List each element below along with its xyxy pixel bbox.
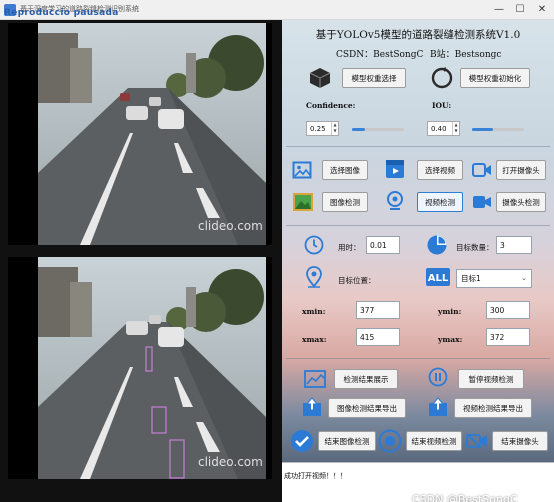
clock-icon <box>304 235 324 255</box>
pause-icon <box>428 367 448 387</box>
iou-spinbox[interactable]: 0.40 ▲ ▼ <box>427 121 460 136</box>
playback-overlay-text: Reproduccio pausada <box>4 8 119 18</box>
status-message: 成功打开视频！！！ <box>284 472 347 480</box>
camera-off-icon <box>466 433 487 449</box>
road-scene-image <box>8 23 272 245</box>
divider <box>286 358 550 359</box>
init-weights-button[interactable]: 模型权重初始化 <box>460 68 530 88</box>
ymin-label: ymin: <box>438 307 462 316</box>
divider <box>286 146 550 147</box>
confidence-slider-fill <box>352 128 365 131</box>
open-camera-button[interactable]: 打开摄像头 <box>496 160 546 180</box>
confidence-label: Confidence: <box>306 101 356 110</box>
spin-arrows-icon[interactable]: ▲ ▼ <box>452 122 459 135</box>
stop-circle-icon <box>378 429 402 453</box>
confidence-spinbox[interactable]: 0.25 ▲ ▼ <box>306 121 339 136</box>
svg-text:ALL: ALL <box>428 273 449 284</box>
xmax-field: 415 <box>356 328 400 346</box>
confidence-value: 0.25 <box>310 124 326 133</box>
csdn-credit: CSDN @BestSongC <box>412 493 518 502</box>
check-circle-icon <box>291 430 313 452</box>
time-field: 0.01 <box>366 236 400 254</box>
csdn-label: CSDN：BestSongC <box>336 50 424 60</box>
ymin-field: 300 <box>486 301 530 319</box>
ymax-field: 372 <box>486 328 530 346</box>
ymin-value: 300 <box>490 305 505 315</box>
bstation-label: B站：Bestsongc <box>430 50 502 60</box>
app-title: 基于YOLOv5模型的道路裂缝检测系统V1.0 <box>315 29 521 41</box>
show-results-button[interactable]: 检测结果展示 <box>334 369 398 389</box>
ymax-value: 372 <box>490 332 505 342</box>
cube-icon <box>309 68 331 88</box>
image-icon <box>292 161 312 179</box>
iou-value: 0.40 <box>431 124 447 133</box>
webcam-icon <box>387 191 403 210</box>
chevron-down-icon: ⌄ <box>521 274 527 282</box>
divider <box>286 225 550 226</box>
camera-detect-button[interactable]: 摄像头检测 <box>496 192 546 212</box>
pause-video-button[interactable]: 暂停视频检测 <box>458 369 524 389</box>
road-detection-image <box>8 257 272 479</box>
position-label: 目标位置： <box>338 276 376 285</box>
iou-slider[interactable] <box>472 128 524 131</box>
detection-video-frame: clideo.com <box>8 257 272 479</box>
confidence-slider[interactable] <box>352 128 404 131</box>
select-video-button[interactable]: 选择视频 <box>417 160 463 180</box>
image-detect-icon <box>293 193 313 211</box>
target-select-value: 目标1 <box>461 274 481 283</box>
pie-chart-icon <box>427 235 447 255</box>
all-targets-icon: ALL <box>426 268 450 286</box>
spin-arrows-icon[interactable]: ▲ ▼ <box>331 122 338 135</box>
maximize-button[interactable]: ☐ <box>509 2 531 17</box>
xmax-value: 415 <box>360 332 375 342</box>
xmin-field: 377 <box>356 301 400 319</box>
video-file-icon <box>386 160 404 178</box>
video-watermark-bottom: clideo.com <box>198 455 263 469</box>
export-image-icon <box>303 397 321 416</box>
iou-slider-fill <box>472 128 493 131</box>
xmin-value: 377 <box>360 305 375 315</box>
video-area: clideo.com clideo.com <box>0 20 282 502</box>
image-detect-button[interactable]: 图像检测 <box>322 192 368 212</box>
control-panel: 基于YOLOv5模型的道路裂缝检测系统V1.0 CSDN：BestSongC B… <box>282 20 554 502</box>
reset-weights-icon <box>431 67 453 89</box>
status-bar: 成功打开视频！！！ CSDN @BestSongC <box>282 462 554 502</box>
end-video-button[interactable]: 结束视频检测 <box>406 431 462 451</box>
count-value: 3 <box>500 240 505 250</box>
window-titlebar: 基于深度学习的道路裂缝检测识别系统 Reproduccio pausada — … <box>0 0 554 20</box>
select-weights-button[interactable]: 模型权重选择 <box>342 68 406 88</box>
location-pin-icon <box>306 266 322 288</box>
ymax-label: ymax: <box>438 335 463 344</box>
end-image-button[interactable]: 结束图像检测 <box>318 431 376 451</box>
export-video-icon <box>429 397 447 416</box>
result-display-icon <box>304 370 326 388</box>
count-label: 目标数量： <box>456 243 494 252</box>
export-video-button[interactable]: 视频检测结果导出 <box>454 398 532 418</box>
time-label: 用时： <box>338 243 361 252</box>
xmin-label: xmin: <box>302 307 326 316</box>
video-watermark-top: clideo.com <box>198 219 263 233</box>
source-video-frame: clideo.com <box>8 23 272 245</box>
camera-detect-icon <box>473 196 491 208</box>
iou-label: IOU: <box>432 101 452 110</box>
time-value: 0.01 <box>370 240 387 250</box>
target-select[interactable]: 目标1 ⌄ <box>456 269 532 288</box>
minimize-button[interactable]: — <box>488 2 510 17</box>
count-field: 3 <box>496 236 532 254</box>
end-camera-button[interactable]: 结束摄像头 <box>492 431 548 451</box>
close-button[interactable]: ✕ <box>531 2 553 17</box>
camera-icon <box>472 163 491 177</box>
xmax-label: xmax: <box>302 335 327 344</box>
export-image-button[interactable]: 图像检测结果导出 <box>328 398 406 418</box>
select-image-button[interactable]: 选择图像 <box>322 160 368 180</box>
video-detect-button[interactable]: 视频检测 <box>417 192 463 212</box>
